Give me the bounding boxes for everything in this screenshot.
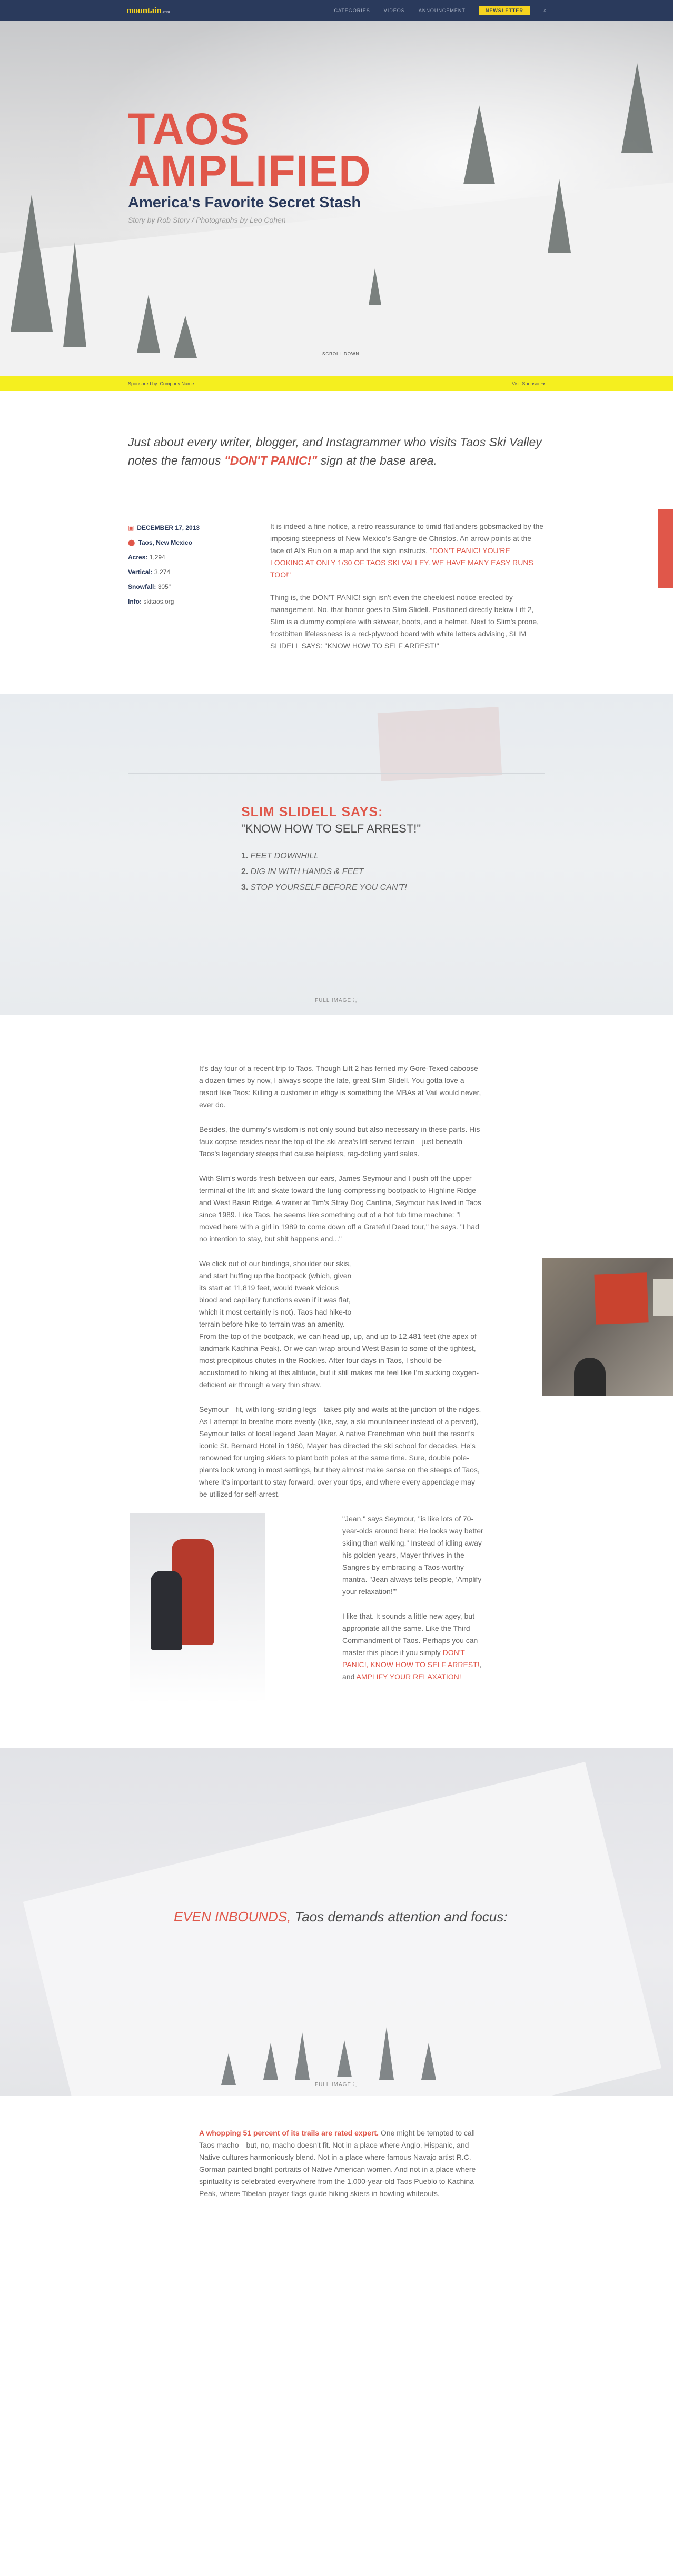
tree-icon	[63, 242, 86, 347]
vertical-line: Vertical: 3,274	[128, 568, 171, 576]
tree-icon	[548, 179, 571, 253]
skier-figure	[151, 1571, 182, 1650]
sponsor-strip: Sponsored by: Company Name Visit Sponsor…	[0, 376, 673, 391]
acres-line: Acres: 1,294	[128, 554, 165, 561]
ski-patrol-photo[interactable]	[130, 1513, 265, 1703]
snowfall-line: Snowfall: 305"	[128, 583, 171, 590]
intro-paragraph: Thing is, the DON'T PANIC! sign isn't ev…	[270, 593, 539, 650]
newsletter-button[interactable]: Newsletter	[479, 6, 530, 15]
tree-icon	[221, 2053, 236, 2085]
tree-icon	[421, 2043, 436, 2080]
story-paragraph: I like that. It sounds a little new agey…	[342, 1612, 482, 1681]
sponsor-label: Sponsored by: Company Name	[128, 381, 194, 386]
info-line: Info: skitaos.org	[128, 598, 174, 605]
tree-icon	[379, 2027, 394, 2080]
main-nav: Categories Videos Announcement Newslette…	[334, 6, 547, 15]
intro-section: Just about every writer, blogger, and In…	[0, 391, 673, 694]
tree-icon	[295, 2032, 310, 2080]
story-paragraph: It's day four of a recent trip to Taos. …	[199, 1064, 481, 1109]
full-image-button[interactable]: FULL IMAGE ⛶	[315, 998, 358, 1004]
quote-text: "KNOW HOW TO SELF ARREST!"	[241, 822, 421, 835]
intro-body: It is indeed a fine notice, a retro reas…	[270, 520, 545, 663]
info-link[interactable]: skitaos.org	[143, 598, 174, 605]
full-image-button[interactable]: FULL IMAGE ⛶	[315, 2082, 358, 2088]
story-paragraph: A whopping 51 percent of its trails are …	[199, 2129, 476, 2198]
skier-figure	[574, 1358, 606, 1396]
story-body: It's day four of a recent trip to Taos. …	[0, 1015, 673, 1717]
intro-paragraph: It is indeed a fine notice, a retro reas…	[270, 522, 544, 579]
tree-icon	[11, 195, 53, 332]
tree-icon	[263, 2043, 278, 2080]
outro-section: A whopping 51 percent of its trails are …	[0, 2096, 673, 2221]
story-paragraph: Besides, the dummy's wisdom is not only …	[199, 1125, 480, 1158]
list-item: 1. FEET DOWNHILL	[241, 851, 319, 860]
lede-paragraph: Just about every writer, blogger, and In…	[128, 433, 545, 494]
hero-title-block: TAOS AMPLIFIED America's Favorite Secret …	[128, 104, 371, 224]
slim-quote: SLIM SLIDELL SAYS: "KNOW HOW TO SELF ARR…	[241, 805, 421, 896]
hero-byline: Story by Rob Story / Photographs by Leo …	[128, 216, 286, 224]
inbounds-panel: EVEN INBOUNDS, Taos demands attention an…	[0, 1748, 673, 2096]
tree-icon	[174, 316, 197, 358]
slim-slidell-panel: SLIM SLIDELL SAYS: "KNOW HOW TO SELF ARR…	[0, 694, 673, 1015]
share-tab[interactable]	[658, 509, 673, 588]
nav-categories[interactable]: Categories	[334, 8, 370, 13]
list-item: 2. DIG IN WITH HANDS & FEET	[241, 867, 364, 876]
quote-kicker: SLIM SLIDELL SAYS:	[241, 805, 383, 819]
hero-subtitle: America's Favorite Secret Stash	[128, 194, 361, 211]
facts-row: ▣ DECEMBER 17, 2013 ⬤ Taos, New Mexico Acr…	[128, 520, 545, 663]
dont-panic-sign	[594, 1272, 649, 1325]
visit-sponsor-link[interactable]: Visit Sponsor ➔	[512, 381, 545, 387]
tree-icon	[463, 105, 495, 184]
list-item: 3. STOP YOURSELF BEFORE YOU CAN'T!	[241, 883, 407, 892]
map-pin-icon: ⬤	[128, 539, 135, 546]
divider	[128, 773, 545, 774]
story-paragraph: "Jean," says Seymour, "is like lots of 7…	[342, 1515, 483, 1596]
calendar-icon: ▣	[128, 524, 134, 532]
story-paragraph: From the top of the bootpack, we can hea…	[199, 1332, 479, 1389]
site-logo[interactable]: mountain .com	[126, 5, 170, 16]
scroll-down-label[interactable]: SCROLL DOWN	[322, 352, 359, 356]
inbounds-heading: EVEN INBOUNDS, Taos demands attention an…	[174, 1909, 508, 1925]
dont-panic-sign-photo[interactable]	[542, 1258, 673, 1396]
tree-icon	[369, 268, 381, 305]
photo-wrap-2: "Jean," says Seymour, "is like lots of 7…	[130, 1513, 673, 1703]
search-icon[interactable]: ⌕	[543, 7, 547, 14]
tree-icon	[137, 295, 160, 353]
nav-videos[interactable]: Videos	[384, 8, 405, 13]
nav-announcement[interactable]: Announcement	[419, 8, 466, 13]
story-paragraph: We click out of our bindings, shoulder o…	[199, 1259, 352, 1328]
tree-icon	[337, 2040, 352, 2077]
photo-wrap-1: We click out of our bindings, shoulder o…	[199, 1258, 673, 1396]
hero-title: TAOS AMPLIFIED	[128, 104, 371, 196]
hero-section: TAOS AMPLIFIED America's Favorite Secret …	[0, 21, 673, 376]
tree-icon	[621, 63, 653, 153]
top-navbar: mountain .com Categories Videos Announcem…	[0, 0, 673, 21]
story-paragraph: With Slim's words fresh between our ears…	[199, 1174, 481, 1243]
location-line: ⬤ Taos, New Mexico	[128, 539, 192, 546]
story-paragraph: Seymour—fit, with long-striding legs—tak…	[199, 1405, 481, 1498]
sign-image	[377, 707, 502, 781]
trail-map	[653, 1279, 673, 1316]
resort-facts: ▣ DECEMBER 17, 2013 ⬤ Taos, New Mexico Acr…	[128, 520, 270, 663]
date-line: ▣ DECEMBER 17, 2013	[128, 524, 200, 532]
self-arrest-steps: 1. FEET DOWNHILL 2. DIG IN WITH HANDS & FE…	[241, 848, 421, 896]
